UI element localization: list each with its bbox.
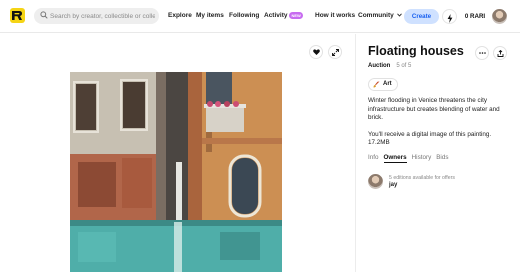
item-title: Floating houses — [368, 44, 464, 58]
nav-community[interactable]: Community — [358, 12, 402, 19]
description-paragraph-2: You'll receive a digital image of this p… — [368, 130, 492, 147]
tab-history[interactable]: History — [412, 154, 432, 161]
search-input[interactable] — [50, 8, 155, 24]
edition-count: 5 of 5 — [396, 63, 412, 69]
artwork-painting — [70, 72, 282, 272]
tab-bids[interactable]: Bids — [436, 154, 448, 161]
create-button[interactable]: Create — [404, 9, 439, 24]
category-tag-label: Art — [383, 81, 392, 87]
share-button[interactable] — [493, 46, 507, 60]
search-icon — [40, 11, 48, 19]
nav-how-it-works[interactable]: How it works — [315, 12, 355, 19]
bolt-icon — [447, 14, 452, 23]
rari-balance-button[interactable]: 0 RARI — [461, 9, 489, 24]
bolt-button[interactable] — [442, 9, 457, 24]
nav-activity-label: Activity — [264, 12, 288, 20]
sale-info: Auction 5 of 5 — [368, 63, 411, 69]
tab-info[interactable]: Info — [368, 154, 379, 161]
more-icon — [478, 52, 486, 54]
owner-avatar[interactable] — [368, 174, 383, 189]
heart-icon — [312, 49, 320, 55]
expand-button[interactable] — [328, 45, 342, 59]
user-avatar[interactable] — [492, 9, 507, 24]
rarible-logo[interactable] — [10, 8, 25, 23]
top-header: Explore My items Following ActivityNEW H… — [0, 0, 520, 33]
owner-name[interactable]: jay — [389, 182, 397, 188]
category-tag[interactable]: Art — [368, 78, 398, 91]
brush-icon — [373, 81, 380, 88]
more-button[interactable] — [475, 46, 489, 60]
artwork-image[interactable] — [70, 72, 282, 272]
logo-icon — [12, 11, 22, 20]
sale-type: Auction — [368, 63, 391, 69]
description-paragraph-1: Winter flooding in Venice threatens the … — [368, 97, 500, 121]
nav-community-label: Community — [358, 12, 394, 19]
nav-my-items[interactable]: My items — [196, 12, 224, 19]
chevron-down-icon — [396, 13, 402, 17]
nav-following[interactable]: Following — [229, 12, 259, 19]
detail-tabs: Info Owners History Bids — [368, 154, 453, 163]
item-description: Winter flooding in Venice threatens the … — [368, 97, 508, 148]
search-bar[interactable] — [34, 8, 159, 24]
new-badge: NEW — [289, 12, 303, 19]
like-button[interactable] — [309, 45, 323, 59]
owner-editions-note: 5 editions available for offers — [389, 175, 455, 181]
tab-owners[interactable]: Owners — [383, 154, 407, 163]
nav-explore[interactable]: Explore — [168, 12, 192, 19]
share-icon — [497, 49, 503, 57]
nav-activity[interactable]: Activity NEW — [264, 12, 303, 19]
pane-divider — [355, 34, 356, 272]
expand-icon — [331, 49, 339, 56]
